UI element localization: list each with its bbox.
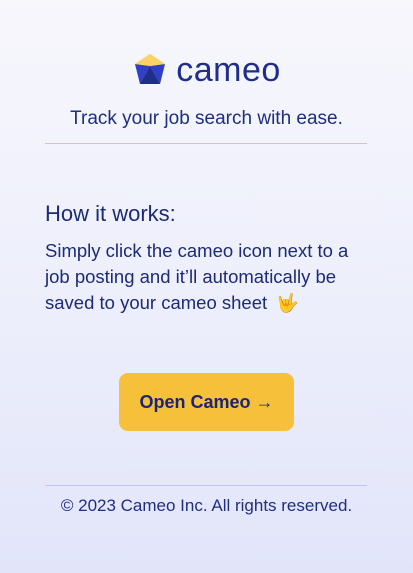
rock-hand-emoji-icon: 🤟: [276, 293, 299, 313]
bottom-divider: [45, 485, 367, 486]
tagline: Track your job search with ease.: [70, 108, 343, 129]
open-cameo-button[interactable]: Open Cameo →: [119, 373, 294, 431]
brand-name: cameo: [176, 51, 281, 89]
how-it-works-title: How it works:: [45, 201, 176, 226]
cameo-logo-icon: [135, 54, 166, 84]
top-divider: [45, 143, 367, 144]
copyright-footer: © 2023 Cameo Inc. All rights reserved.: [60, 496, 353, 515]
header: cameo: [0, 52, 413, 88]
how-it-works-text: Simply click the cameo icon next to a jo…: [45, 240, 349, 313]
how-it-works-description: Simply click the cameo icon next to a jo…: [45, 238, 375, 316]
